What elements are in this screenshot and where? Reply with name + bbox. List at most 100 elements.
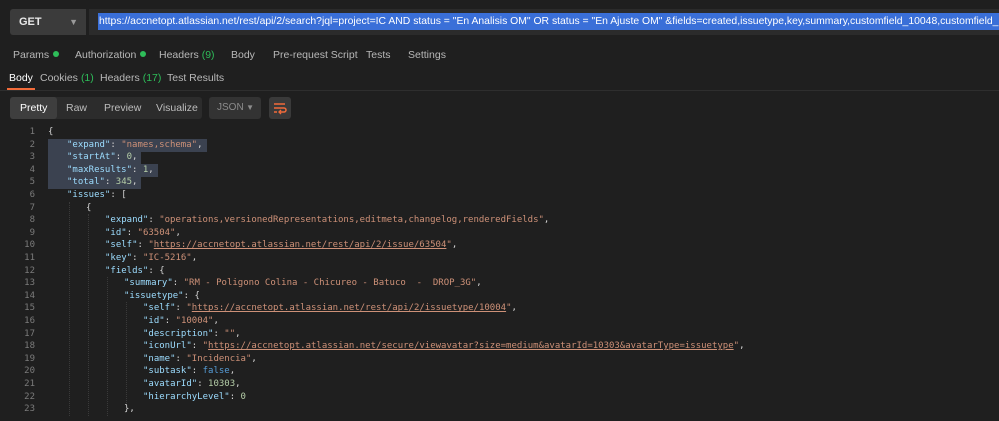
tab-label: Test Results [167,72,225,84]
code-token: : [164,316,176,326]
code-text: { [86,202,91,215]
tab-count: (1) [80,72,94,84]
code-line: 6 "issues": [ [0,189,999,202]
format-select[interactable]: JSON ▼ [209,97,261,119]
code-token: "operations,versionedRepresentations,edi… [159,215,544,226]
request-tabs: Params Authorization Headers (9) Body Pre… [0,46,999,64]
code-token: "expand" [105,215,149,226]
code-line: 22 "hierarchyLevel": 0 [0,391,999,404]
code-token: , [175,227,181,238]
line-number: 15 [24,303,35,314]
code-text: "fields": { [105,265,165,278]
code-text: "total": 345, [67,176,137,189]
view-preview-button[interactable]: Preview [104,97,141,119]
tab-label: Cookies [40,72,78,84]
code-token: : [126,227,138,238]
tab-response-headers[interactable]: Headers (17) [100,68,161,88]
code-token: : [191,366,203,377]
tab-headers[interactable]: Headers (9) [159,46,215,64]
tab-response-body[interactable]: Body [7,68,35,90]
code-token: 0 [240,391,246,402]
code-token: "total" [67,177,105,188]
format-label: JSON [217,102,244,113]
code-line: 4 "maxResults": 1, [0,163,999,177]
line-number: 14 [24,290,35,301]
code-token: "maxResults" [67,164,133,175]
code-token: , [511,303,517,314]
tab-count: (17) [142,72,162,84]
code-token: "id" [143,316,165,326]
code-line: 12 "fields": { [0,265,999,278]
code-token: : [213,328,225,339]
code-line: 14 "issuetype": { [0,290,999,303]
code-line: 17 "description": "", [0,328,999,341]
tab-label: Headers [100,72,140,84]
code-text: { [48,126,53,139]
indent-guide [69,201,70,416]
line-number: 20 [24,366,35,377]
tab-settings[interactable]: Settings [408,46,446,64]
code-token: : { [183,290,200,301]
tab-pre-request-script[interactable]: Pre-request Script [273,46,358,64]
code-token: "id" [105,227,127,238]
code-line: 2 "expand": "names,schema", [0,138,999,152]
code-token: }, [124,404,135,415]
code-text: "hierarchyLevel": 0 [143,391,246,404]
line-number: 8 [29,215,35,226]
code-token: : { [148,265,165,276]
line-number: 2 [29,139,35,150]
code-text: "startAt": 0, [67,151,137,164]
view-raw-button[interactable]: Raw [66,97,87,119]
code-line: 13 "summary": "RM - Poligono Colina - Chi… [0,277,999,290]
code-text: "description": "", [143,328,241,341]
line-number: 7 [29,202,35,213]
code-token: https://accnetopt.atlassian.net/secure/v… [208,341,734,352]
tab-label: Tests [366,49,391,61]
response-body-viewer[interactable]: 1 {2 "expand": "names,schema", 3 "startAt": … [0,125,999,421]
code-token: "summary" [124,278,173,289]
code-line: 7{ [0,202,999,215]
code-token: "description" [143,328,214,339]
code-text: "subtask": false, [143,365,235,378]
tab-label: Body [9,72,33,84]
response-tabs: Body Cookies (1) Headers (17) Test Results [0,68,999,91]
line-number: 21 [24,379,35,389]
code-line: 16 "id": "10004", [0,315,999,328]
code-token: false [202,366,230,377]
code-token: https://accnetopt.atlassian.net/rest/api… [191,303,507,314]
url-input[interactable]: https://accnetopt.atlassian.net/rest/api… [89,9,999,35]
view-visualize-button[interactable]: Visualize [156,97,198,119]
code-token: https://accnetopt.atlassian.net/rest/api… [153,240,447,251]
code-text: }, [124,403,135,416]
line-number: 11 [24,253,35,263]
code-token: "IC-5216" [142,253,192,263]
code-token: : [148,215,160,226]
tab-tests[interactable]: Tests [366,46,391,64]
code-line: 20 "subtask": false, [0,365,999,378]
view-pretty-button[interactable]: Pretty [10,97,58,119]
code-token: , [251,353,257,364]
code-line: 21 "avatarId": 10303, [0,378,999,391]
chevron-down-icon: ▼ [69,17,78,27]
code-token: "key" [105,253,133,263]
code-token: "fields" [105,265,149,276]
wrap-lines-button[interactable] [269,97,291,119]
line-number: 1 [29,127,35,137]
tab-body[interactable]: Body [231,46,255,64]
line-number: 23 [24,404,35,415]
code-text: "summary": "RM - Poligono Colina - Chicu… [124,277,482,290]
code-line: 11 "key": "IC-5216", [0,252,999,265]
method-select[interactable]: GET ▼ [10,9,86,35]
code-line: 8 "expand": "operations,versionedRepresen… [0,214,999,227]
tab-params[interactable]: Params [13,46,60,64]
tab-cookies[interactable]: Cookies (1) [40,68,94,88]
code-line: 3 "startAt": 0, [0,151,999,165]
code-token: "subtask" [143,366,192,377]
code-token: : [191,341,203,352]
tab-test-results[interactable]: Test Results [167,68,224,88]
code-token: , [197,139,203,150]
tab-label: Authorization [75,49,137,61]
tab-authorization[interactable]: Authorization [75,46,147,64]
code-line: 9 "id": "63504", [0,227,999,240]
line-number: 22 [24,391,35,402]
